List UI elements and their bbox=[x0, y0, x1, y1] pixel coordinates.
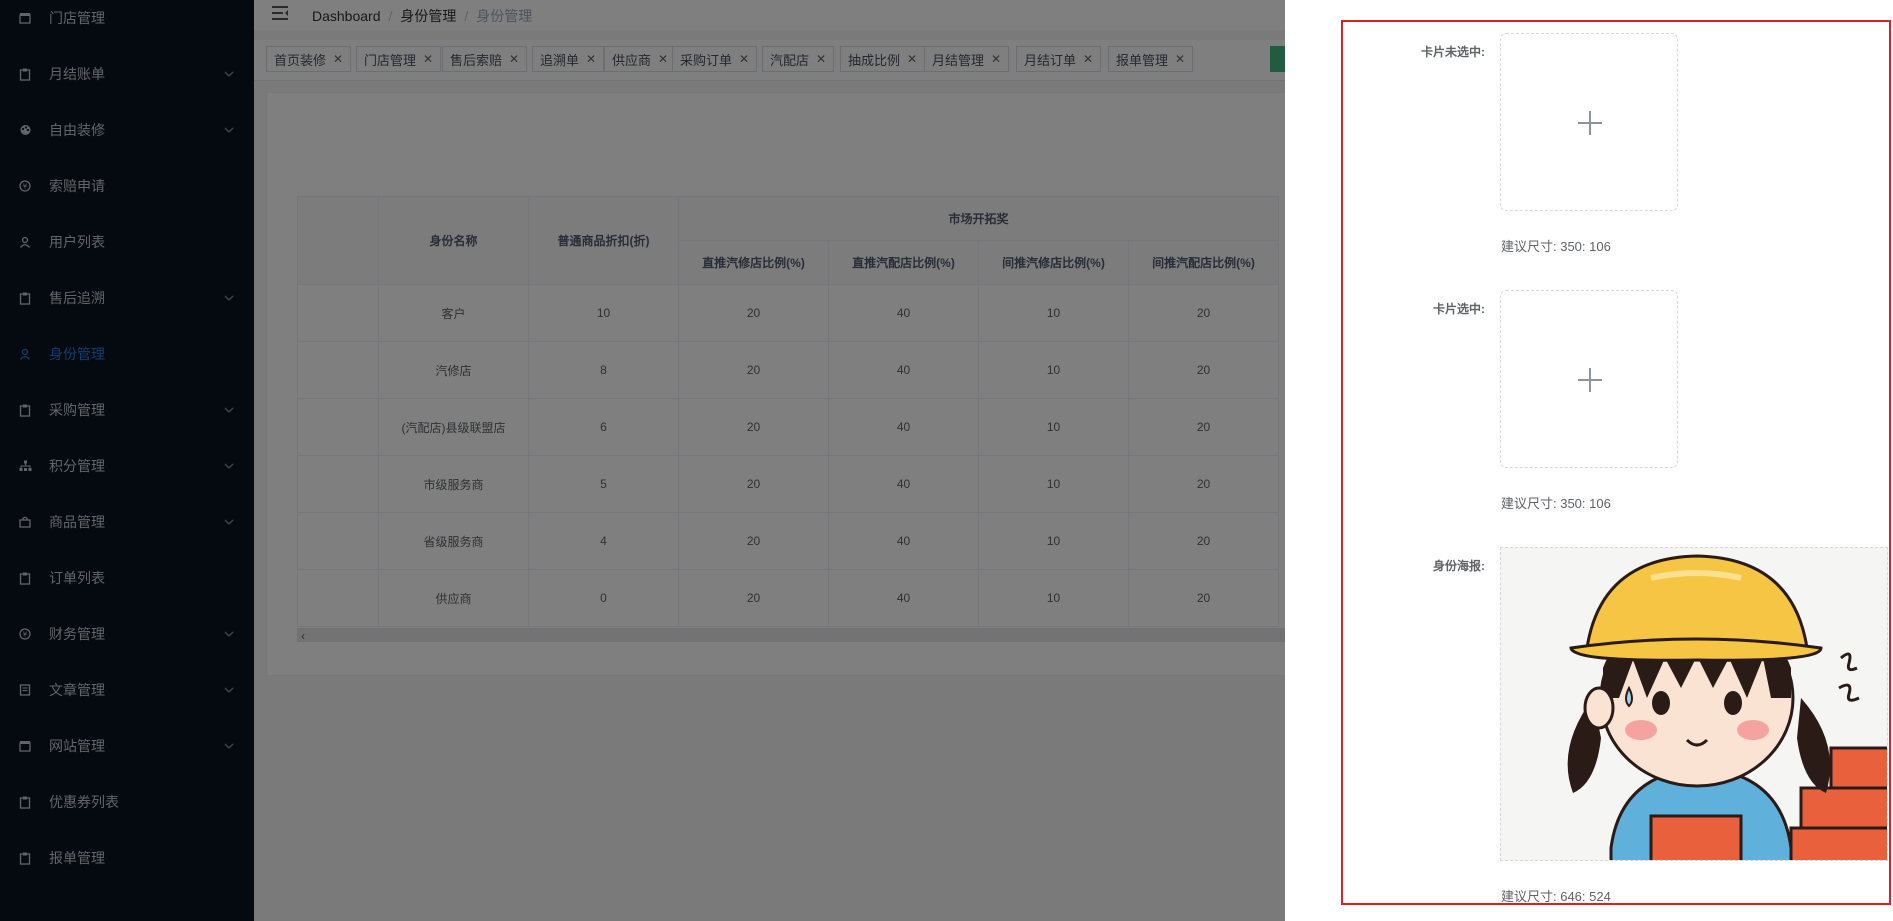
poster-size-hint: 建议尺寸: 646: 524 bbox=[1501, 889, 1611, 904]
plus-icon bbox=[1578, 368, 1602, 392]
card-selected-label: 卡片选中: bbox=[1433, 302, 1485, 316]
identity-edit-drawer: 卡片未选中: 建议尺寸: 350: 106 卡片选中: 建议尺寸: 350: 1… bbox=[1285, 0, 1893, 921]
plus-icon bbox=[1578, 111, 1602, 135]
poster-uploader[interactable] bbox=[1500, 547, 1888, 861]
poster-label: 身份海报: bbox=[1433, 559, 1485, 573]
card-unselected-label: 卡片未选中: bbox=[1421, 45, 1485, 59]
card-selected-size-hint: 建议尺寸: 350: 106 bbox=[1501, 496, 1611, 511]
card-unselected-uploader[interactable] bbox=[1500, 33, 1678, 211]
card-selected-uploader[interactable] bbox=[1500, 290, 1678, 468]
card-unselected-size-hint: 建议尺寸: 350: 106 bbox=[1501, 239, 1611, 254]
poster-illustration-image bbox=[1567, 554, 1887, 860]
